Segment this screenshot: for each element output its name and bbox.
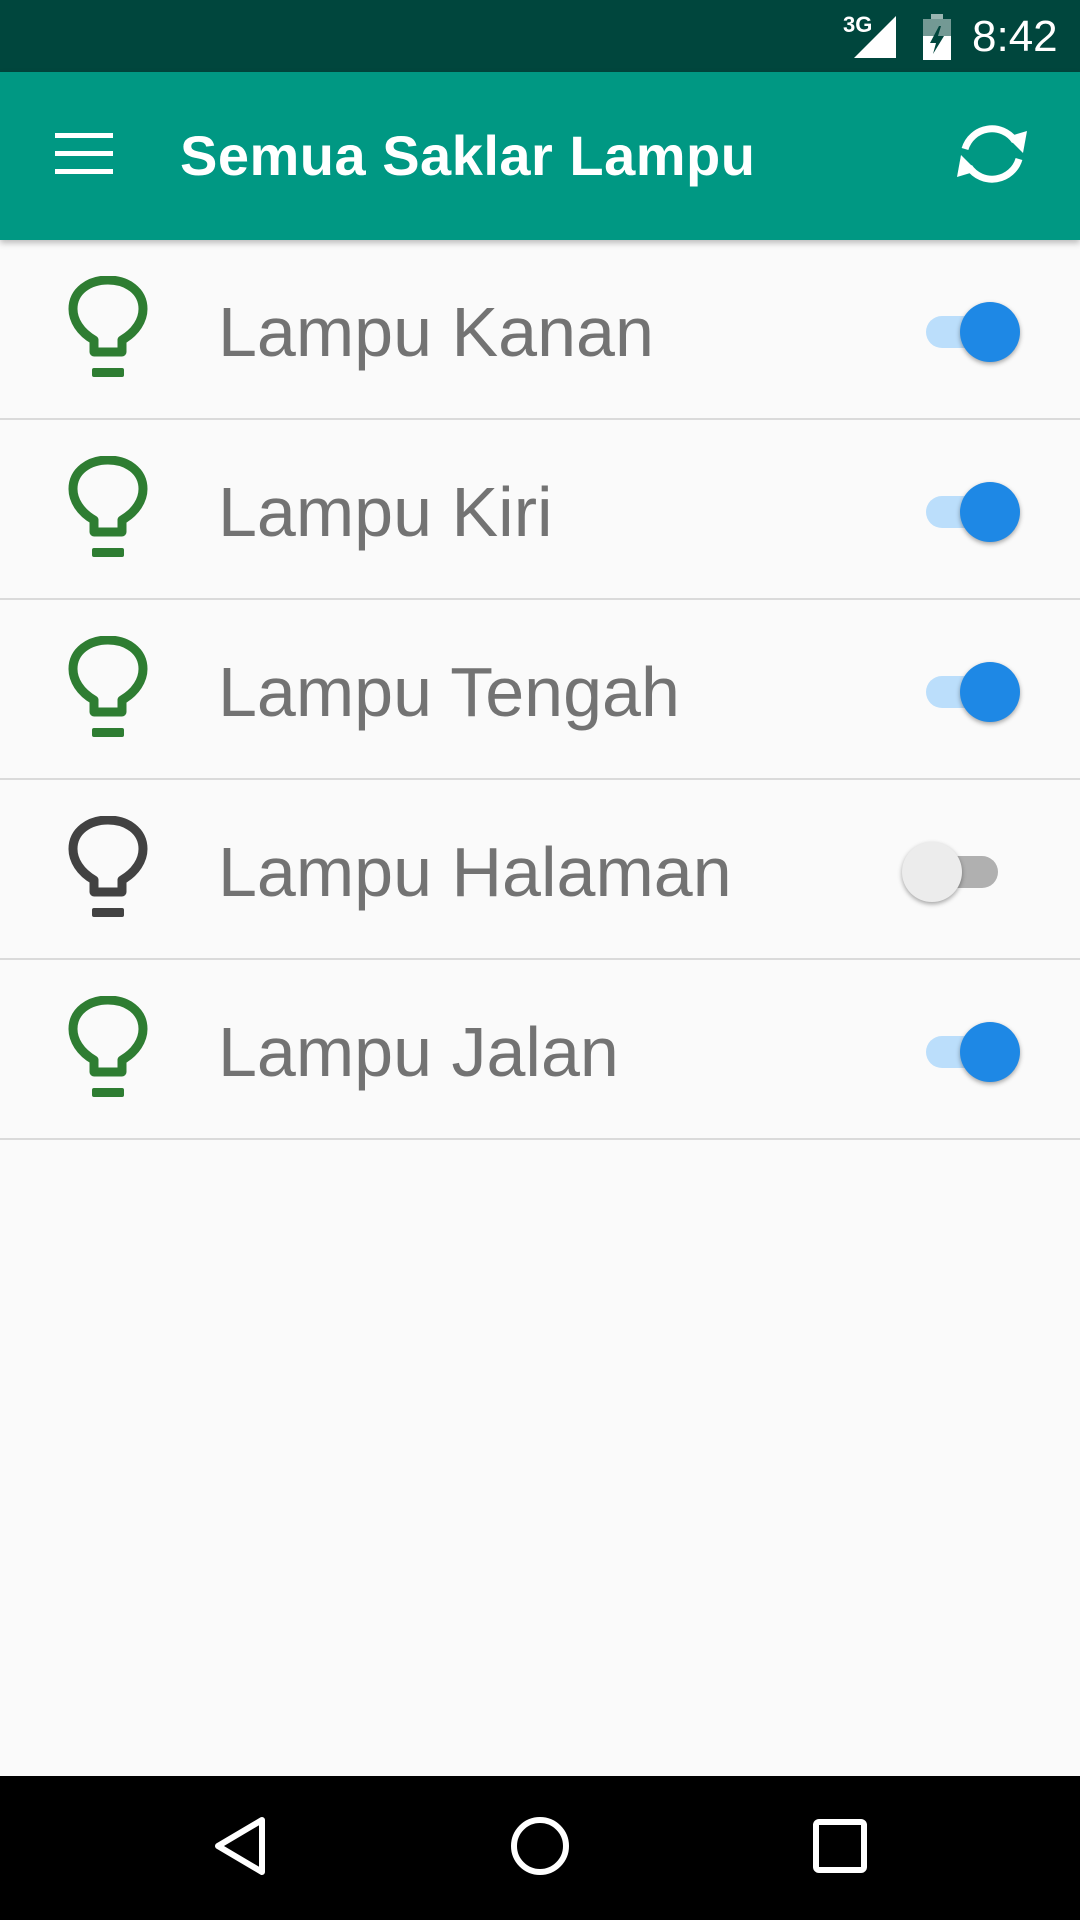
lightbulb-icon [68,275,148,382]
lamp-toggle-switch[interactable] [898,1016,1026,1086]
app-bar: Semua Saklar Lampu [0,72,1080,240]
back-button[interactable] [180,1798,300,1898]
lightbulb-icon [68,635,148,742]
status-clock: 8:42 [972,12,1058,61]
lamp-toggle-switch[interactable] [898,296,1026,366]
menu-button[interactable] [30,114,138,198]
lamp-label: Lampu Tengah [218,653,680,731]
list-item-lampu-halaman: Lampu Halaman [0,780,1080,960]
list-item-lampu-kiri: Lampu Kiri [0,420,1080,600]
list-item-lampu-kanan: Lampu Kanan [0,240,1080,420]
lightbulb-icon [68,995,148,1102]
hamburger-menu-icon [55,132,113,180]
battery-charging-icon [922,14,952,65]
switch-thumb [960,662,1020,722]
lamp-label: Lampu Kanan [218,293,654,371]
lamp-toggle-switch[interactable] [898,476,1026,546]
status-bar: 3G 8:42 [0,0,1080,72]
home-icon [508,1814,572,1883]
lamp-label: Lampu Jalan [218,1013,619,1091]
switch-thumb [960,302,1020,362]
recents-button[interactable] [780,1798,900,1898]
switch-thumb [960,1022,1020,1082]
refresh-icon [947,119,1037,194]
recents-icon [810,1816,870,1881]
home-button[interactable] [480,1798,600,1898]
lamp-toggle-switch[interactable] [898,656,1026,726]
lamp-label: Lampu Kiri [218,473,553,551]
navigation-bar [0,1776,1080,1920]
lightbulb-icon [68,815,148,922]
signal-icon [852,14,896,63]
lamp-toggle-switch[interactable] [898,836,1026,906]
refresh-button[interactable] [942,116,1042,196]
lamp-switch-list: Lampu Kanan Lampu Kiri Lampu Tengah Lamp… [0,240,1080,1140]
switch-thumb [902,842,962,902]
list-item-lampu-tengah: Lampu Tengah [0,600,1080,780]
switch-thumb [960,482,1020,542]
list-item-lampu-jalan: Lampu Jalan [0,960,1080,1140]
lamp-label: Lampu Halaman [218,833,732,911]
back-icon [210,1814,270,1883]
lightbulb-icon [68,455,148,562]
page-title: Semua Saklar Lampu [180,124,756,187]
